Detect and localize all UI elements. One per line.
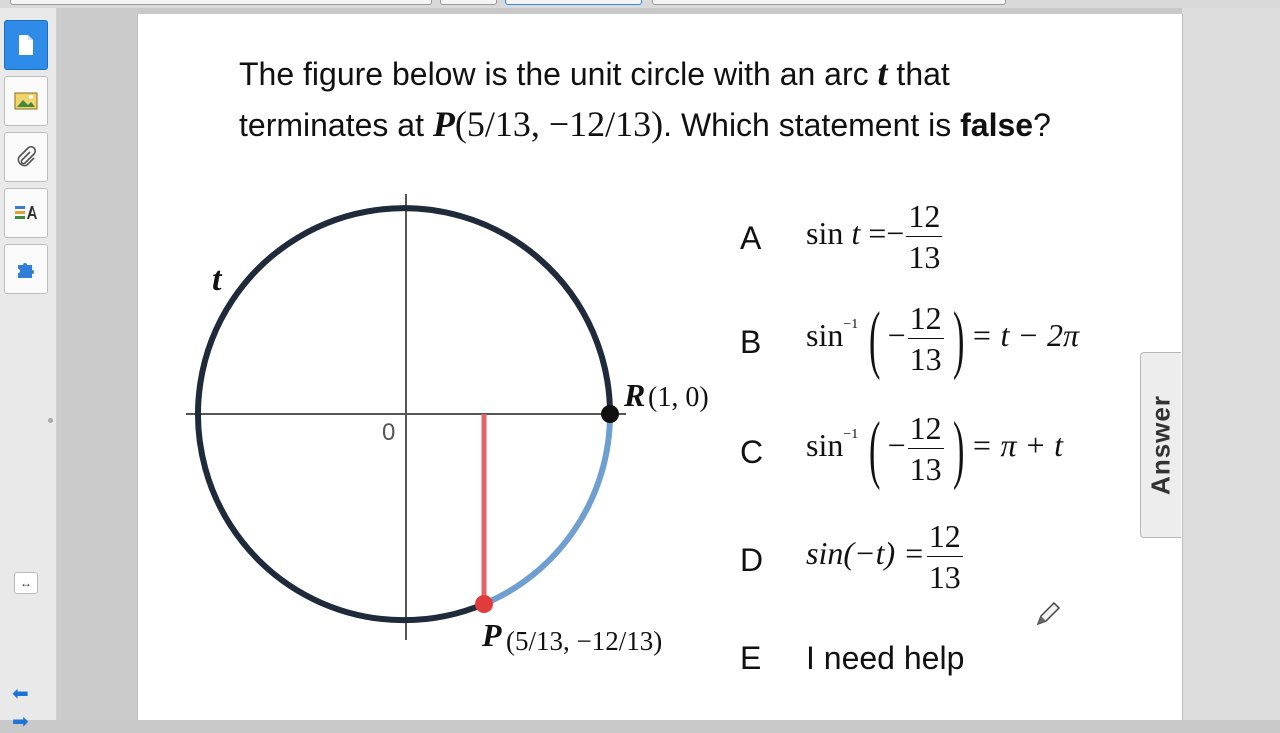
fraction-numerator: 12 bbox=[926, 516, 963, 557]
left-paren: ( bbox=[869, 406, 881, 491]
arc-label: t bbox=[212, 261, 223, 298]
math-var: t bbox=[851, 214, 861, 251]
math-rhs: = π + t bbox=[970, 426, 1064, 463]
fraction: 12 13 bbox=[907, 408, 944, 489]
point-r bbox=[601, 405, 619, 423]
fraction: 12 13 bbox=[907, 298, 944, 379]
origin-label: 0 bbox=[382, 419, 395, 446]
choice-math: sin t =− 12 13 bbox=[806, 196, 944, 277]
math-lhs: sin(−t) = bbox=[806, 534, 925, 571]
math-rhs: = t − 2π bbox=[970, 316, 1080, 353]
unit-circle-figure: 0 t R (1, 0) P (5/13, −12/13) bbox=[186, 194, 709, 656]
left-paren: ( bbox=[869, 296, 881, 381]
arc-t-segment bbox=[482, 413, 614, 607]
answer-tab-label: Answer bbox=[1145, 395, 1176, 495]
fraction: 12 13 bbox=[906, 196, 943, 277]
right-paren: ) bbox=[952, 406, 964, 491]
choice-letter: A bbox=[740, 220, 762, 256]
choice-math: sin(−t) = 12 13 bbox=[806, 516, 965, 597]
answer-tab[interactable]: Answer bbox=[1140, 352, 1181, 538]
math-fn: sin bbox=[806, 426, 844, 463]
math-fn: sin bbox=[806, 214, 844, 251]
r-coords: (1, 0) bbox=[648, 382, 709, 413]
fraction: 12 13 bbox=[926, 516, 963, 597]
r-label: R bbox=[623, 377, 645, 413]
fraction-denominator: 13 bbox=[909, 451, 942, 487]
choice-math: sin−1 (−12 13) = t − 2π bbox=[806, 298, 1079, 379]
fraction-numerator: 12 bbox=[906, 196, 943, 237]
math-op: − bbox=[887, 316, 906, 353]
choice-math: sin−1 (−12 13) = π + t bbox=[806, 408, 1063, 489]
choice-letter: B bbox=[740, 324, 762, 360]
inverse-superscript: −1 bbox=[843, 316, 859, 332]
choice-letter: C bbox=[740, 434, 764, 470]
p-coords: (5/13, −12/13) bbox=[506, 626, 662, 656]
choice-letter: E bbox=[740, 640, 762, 676]
fraction-numerator: 12 bbox=[907, 408, 944, 449]
fraction-denominator: 13 bbox=[909, 341, 942, 377]
pencil-icon bbox=[1036, 601, 1061, 626]
p-label: P bbox=[481, 617, 502, 653]
fraction-denominator: 13 bbox=[928, 559, 961, 595]
math-op: =− bbox=[868, 214, 905, 251]
fraction-denominator: 13 bbox=[908, 239, 941, 275]
math-op: − bbox=[887, 426, 906, 463]
point-p bbox=[475, 595, 493, 613]
choice-letter: D bbox=[740, 542, 764, 578]
fraction-numerator: 12 bbox=[907, 298, 944, 339]
right-paren: ) bbox=[952, 296, 964, 381]
inverse-superscript: −1 bbox=[843, 426, 859, 442]
choice-text: I need help bbox=[806, 640, 965, 676]
math-fn: sin bbox=[806, 316, 844, 353]
